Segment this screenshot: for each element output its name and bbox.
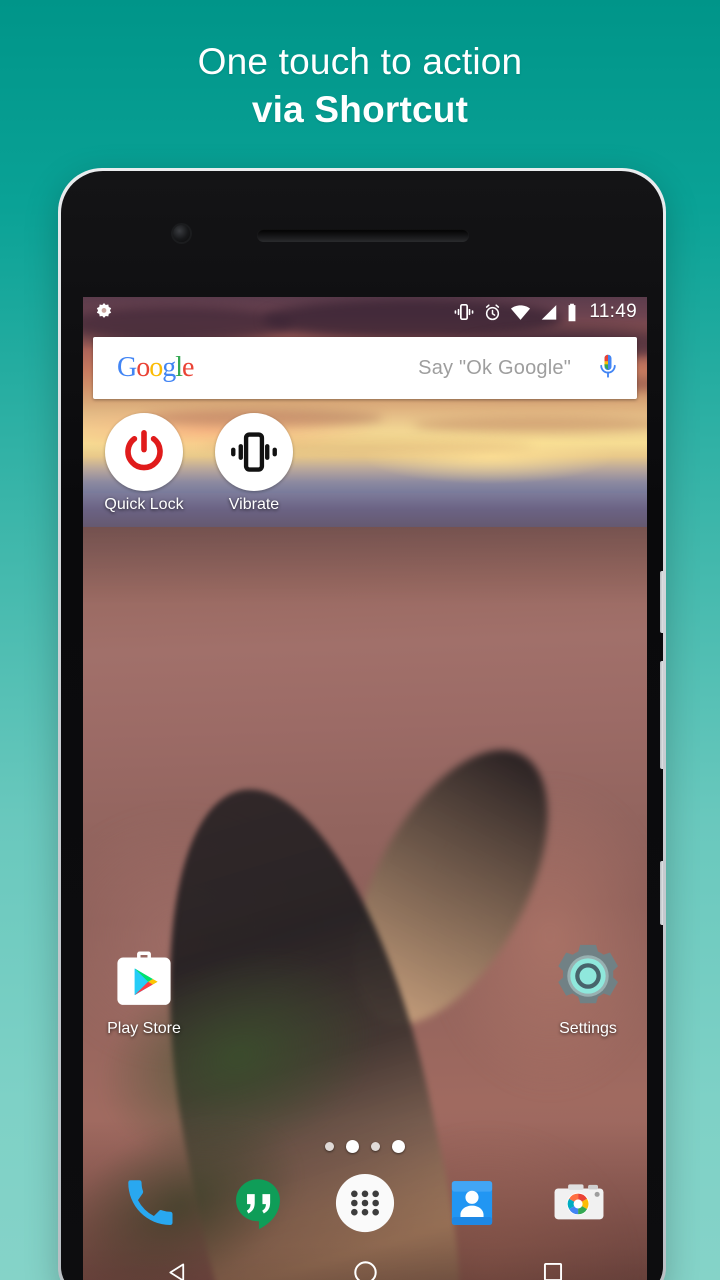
camera-icon <box>554 1184 604 1220</box>
contacts-icon <box>452 1181 493 1225</box>
front-camera-icon <box>173 225 190 242</box>
nav-recents-button[interactable] <box>523 1250 583 1280</box>
home-screen-app-grid: Quick Lock Vibrate Play Store Settings <box>83 297 647 1280</box>
home-circle-icon <box>353 1260 377 1280</box>
shortcut-label: Vibrate <box>228 496 280 513</box>
vibrate-icon-circle <box>215 413 293 491</box>
dock-item-app-drawer[interactable] <box>332 1170 398 1236</box>
play-store-icon <box>117 951 171 1005</box>
volume-up-button[interactable] <box>660 661 663 769</box>
recents-square-icon <box>543 1262 563 1280</box>
headline-line-1: One touch to action <box>197 41 523 82</box>
promo-headline: One touch to action via Shortcut <box>0 38 720 134</box>
volume-down-button[interactable] <box>660 861 663 925</box>
app-drawer-icon <box>335 1173 395 1233</box>
phone-body: 11:49 Google Say "Ok Google" Quick Lock … <box>61 171 663 1280</box>
quick-lock-icon-circle <box>105 413 183 491</box>
dock-item-phone[interactable] <box>118 1170 184 1236</box>
phone-icon <box>127 1180 173 1225</box>
page-dot-active[interactable] <box>392 1140 405 1153</box>
app-label: Settings <box>559 1020 617 1037</box>
app-play-store[interactable]: Play Store <box>91 937 197 1039</box>
settings-gear-icon <box>558 944 618 1004</box>
shortcut-quick-lock[interactable]: Quick Lock <box>91 413 197 515</box>
back-triangle-icon <box>168 1262 184 1280</box>
play-store-icon-wrap <box>105 937 183 1015</box>
app-label: Play Store <box>107 1020 181 1037</box>
page-dot[interactable] <box>371 1142 380 1151</box>
power-icon <box>125 430 163 471</box>
dock-item-hangouts[interactable] <box>225 1170 291 1236</box>
navigation-bar <box>83 1243 647 1280</box>
page-dot[interactable] <box>325 1142 334 1151</box>
page-indicator <box>83 1140 647 1153</box>
phone-screen: 11:49 Google Say "Ok Google" Quick Lock … <box>83 297 647 1280</box>
power-button[interactable] <box>660 571 663 633</box>
headline-line-2: via Shortcut <box>251 89 469 130</box>
shortcut-vibrate[interactable]: Vibrate <box>201 413 307 515</box>
phone-mockup: 11:49 Google Say "Ok Google" Quick Lock … <box>58 168 666 1280</box>
dock-item-camera[interactable] <box>546 1170 612 1236</box>
hangouts-icon <box>235 1179 280 1230</box>
vibrate-icon <box>231 432 277 472</box>
earpiece-speaker <box>257 229 469 242</box>
nav-back-button[interactable] <box>147 1250 207 1280</box>
dock <box>83 1167 647 1239</box>
shortcut-label: Quick Lock <box>104 496 184 513</box>
nav-home-button[interactable] <box>335 1250 395 1280</box>
page-dot-active[interactable] <box>346 1140 359 1153</box>
app-settings[interactable]: Settings <box>535 937 641 1039</box>
dock-item-contacts[interactable] <box>439 1170 505 1236</box>
settings-icon-wrap <box>549 937 627 1015</box>
